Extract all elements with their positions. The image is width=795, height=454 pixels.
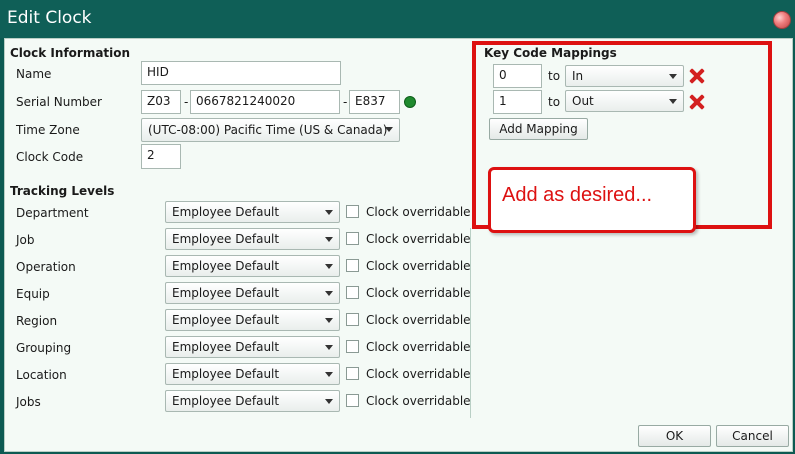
tracking-label: Job — [16, 233, 35, 247]
overridable-checkbox[interactable] — [346, 259, 359, 272]
chevron-down-icon — [325, 264, 333, 269]
tracking-label: Grouping — [16, 341, 72, 355]
tracking-label: Region — [16, 314, 58, 328]
name-input[interactable]: HID — [141, 61, 341, 85]
overridable-label: Clock overridable — [366, 367, 471, 381]
time-zone-label: Time Zone — [16, 123, 80, 137]
clock-code-label: Clock Code — [16, 150, 84, 164]
title-bar[interactable]: Edit Clock — [0, 0, 795, 38]
tracking-dropdown[interactable]: Employee Default — [165, 363, 340, 385]
tracking-levels-heading: Tracking Levels — [10, 184, 115, 198]
chevron-down-icon — [385, 127, 393, 132]
serial-suffix-input[interactable]: E837 — [349, 90, 400, 114]
tracking-dropdown[interactable]: Employee Default — [165, 228, 340, 250]
tracking-label: Operation — [16, 260, 76, 274]
tracking-dropdown[interactable]: Employee Default — [165, 255, 340, 277]
tracking-value: Employee Default — [172, 286, 280, 300]
tracking-dropdown[interactable]: Employee Default — [165, 282, 340, 304]
close-icon[interactable] — [773, 11, 791, 29]
tracking-label: Equip — [16, 287, 50, 301]
serial-number-input[interactable]: 0667821240020 — [190, 90, 340, 114]
overridable-label: Clock overridable — [366, 340, 471, 354]
overridable-checkbox[interactable] — [346, 205, 359, 218]
tracking-dropdown[interactable]: Employee Default — [165, 309, 340, 331]
tracking-dropdown[interactable]: Employee Default — [165, 336, 340, 358]
tracking-dropdown[interactable]: Employee Default — [165, 390, 340, 412]
overridable-checkbox[interactable] — [346, 286, 359, 299]
tracking-label: Jobs — [16, 395, 41, 409]
overridable-label: Clock overridable — [366, 205, 471, 219]
serial-separator: - — [343, 95, 348, 109]
overridable-label: Clock overridable — [366, 313, 471, 327]
ok-button[interactable]: OK — [638, 425, 711, 447]
overridable-checkbox[interactable] — [346, 367, 359, 380]
tracking-label: Location — [16, 368, 67, 382]
chevron-down-icon — [325, 399, 333, 404]
overridable-label: Clock overridable — [366, 394, 471, 408]
name-label: Name — [16, 67, 52, 81]
tracking-value: Employee Default — [172, 394, 280, 408]
chevron-down-icon — [325, 291, 333, 296]
overridable-label: Clock overridable — [366, 286, 471, 300]
tracking-value: Employee Default — [172, 340, 280, 354]
time-zone-dropdown[interactable]: (UTC-08:00) Pacific Time (US & Canada) — [141, 118, 400, 142]
overridable-checkbox[interactable] — [346, 313, 359, 326]
status-indicator-icon — [404, 96, 416, 108]
chevron-down-icon — [325, 372, 333, 377]
tracking-value: Employee Default — [172, 259, 280, 273]
tracking-value: Employee Default — [172, 367, 280, 381]
serial-number-label: Serial Number — [16, 95, 102, 109]
overridable-label: Clock overridable — [366, 232, 471, 246]
tracking-value: Employee Default — [172, 205, 280, 219]
time-zone-value: (UTC-08:00) Pacific Time (US & Canada) — [148, 123, 388, 137]
overridable-checkbox[interactable] — [346, 232, 359, 245]
clock-info-heading: Clock Information — [10, 46, 131, 60]
window-title: Edit Clock — [7, 8, 92, 28]
chevron-down-icon — [325, 237, 333, 242]
tracking-value: Employee Default — [172, 313, 280, 327]
tracking-label: Department — [16, 206, 89, 220]
tracking-value: Employee Default — [172, 232, 280, 246]
chevron-down-icon — [325, 210, 333, 215]
clock-code-input[interactable]: 2 — [141, 144, 181, 169]
section-divider — [470, 228, 471, 418]
serial-prefix-input[interactable]: Z03 — [141, 90, 181, 114]
annotation-text: Add as desired... — [502, 184, 653, 206]
annotation-callout: Add as desired... — [488, 167, 696, 233]
overridable-checkbox[interactable] — [346, 394, 359, 407]
cancel-button[interactable]: Cancel — [716, 425, 789, 447]
chevron-down-icon — [325, 318, 333, 323]
overridable-checkbox[interactable] — [346, 340, 359, 353]
chevron-down-icon — [325, 345, 333, 350]
serial-separator: - — [184, 95, 189, 109]
overridable-label: Clock overridable — [366, 259, 471, 273]
tracking-dropdown[interactable]: Employee Default — [165, 201, 340, 223]
